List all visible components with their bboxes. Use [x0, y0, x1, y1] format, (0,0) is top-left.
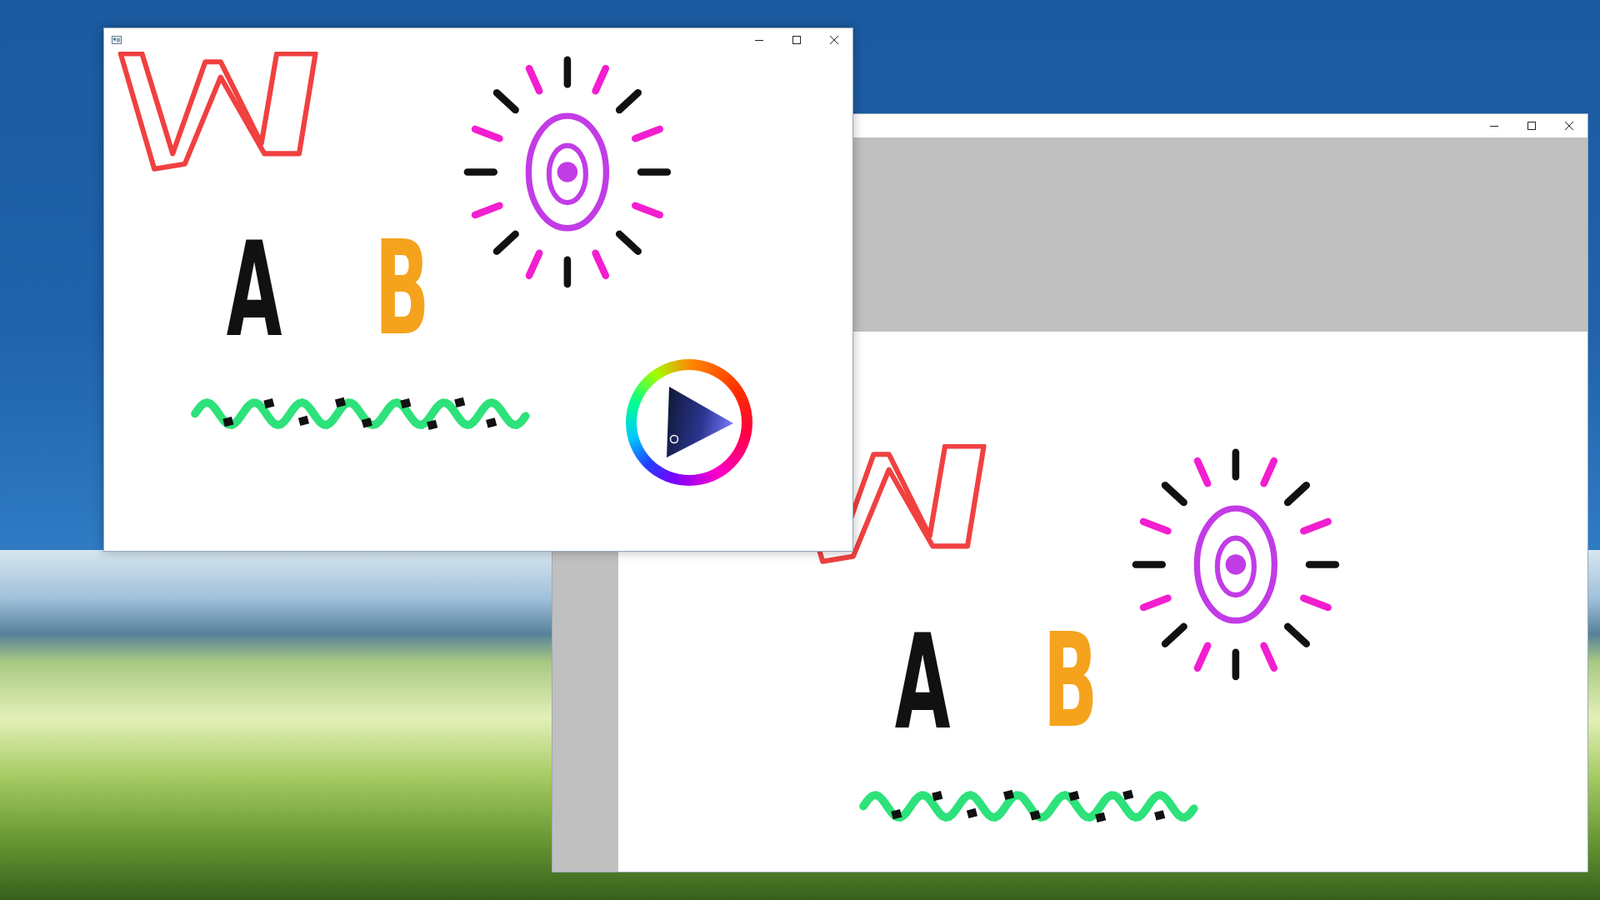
- picker-handle[interactable]: [670, 435, 679, 444]
- maximize-button[interactable]: [1512, 114, 1550, 138]
- close-button[interactable]: [1550, 114, 1588, 138]
- desktop: ABAB: [0, 0, 1600, 900]
- maximize-icon: [792, 35, 801, 45]
- client-area: AB: [104, 51, 853, 551]
- maximize-button[interactable]: [777, 28, 815, 52]
- drawing: AB: [104, 51, 853, 551]
- sun: [1135, 452, 1336, 677]
- editor-window[interactable]: AB: [103, 27, 854, 552]
- close-button[interactable]: [815, 28, 853, 52]
- color-wheel[interactable]: [625, 359, 753, 486]
- minimize-button[interactable]: [740, 28, 778, 52]
- minimize-icon: [755, 35, 764, 45]
- minimize-button[interactable]: [1475, 114, 1513, 138]
- drawn-letter: A: [895, 606, 951, 759]
- close-icon: [1565, 121, 1574, 130]
- drawing: AB: [772, 444, 1523, 872]
- sun: [467, 60, 668, 285]
- drawn-letter: A: [226, 214, 283, 366]
- red-stroke: [120, 53, 316, 169]
- app-icon: [111, 35, 122, 45]
- title-bar[interactable]: [104, 28, 853, 52]
- red-stroke: [789, 445, 985, 561]
- drawn-letter: B: [375, 212, 430, 365]
- drawing-canvas[interactable]: AB: [104, 51, 853, 551]
- wave: [863, 790, 1195, 823]
- close-icon: [830, 35, 839, 45]
- wave: [195, 397, 526, 430]
- minimize-icon: [1490, 121, 1499, 130]
- color-triangle[interactable]: [625, 359, 753, 486]
- drawn-letter: B: [1043, 605, 1099, 757]
- maximize-icon: [1527, 121, 1536, 130]
